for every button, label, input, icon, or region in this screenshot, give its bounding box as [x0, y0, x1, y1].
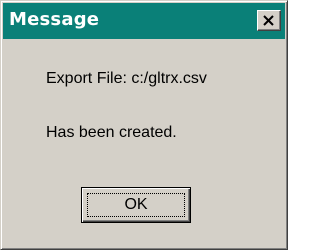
export-file-message: Export File: c:/gltrx.csv	[46, 70, 207, 87]
close-icon	[263, 15, 274, 26]
ok-button-label: OK	[124, 196, 148, 213]
ok-button[interactable]: OK	[81, 187, 191, 223]
close-button[interactable]	[257, 10, 281, 31]
dialog-title: Message	[9, 9, 100, 30]
title-bar[interactable]: Message	[3, 3, 285, 39]
created-message: Has been created.	[46, 124, 177, 141]
message-dialog: Message Export File: c:/gltrx.csv Has be…	[0, 0, 288, 250]
